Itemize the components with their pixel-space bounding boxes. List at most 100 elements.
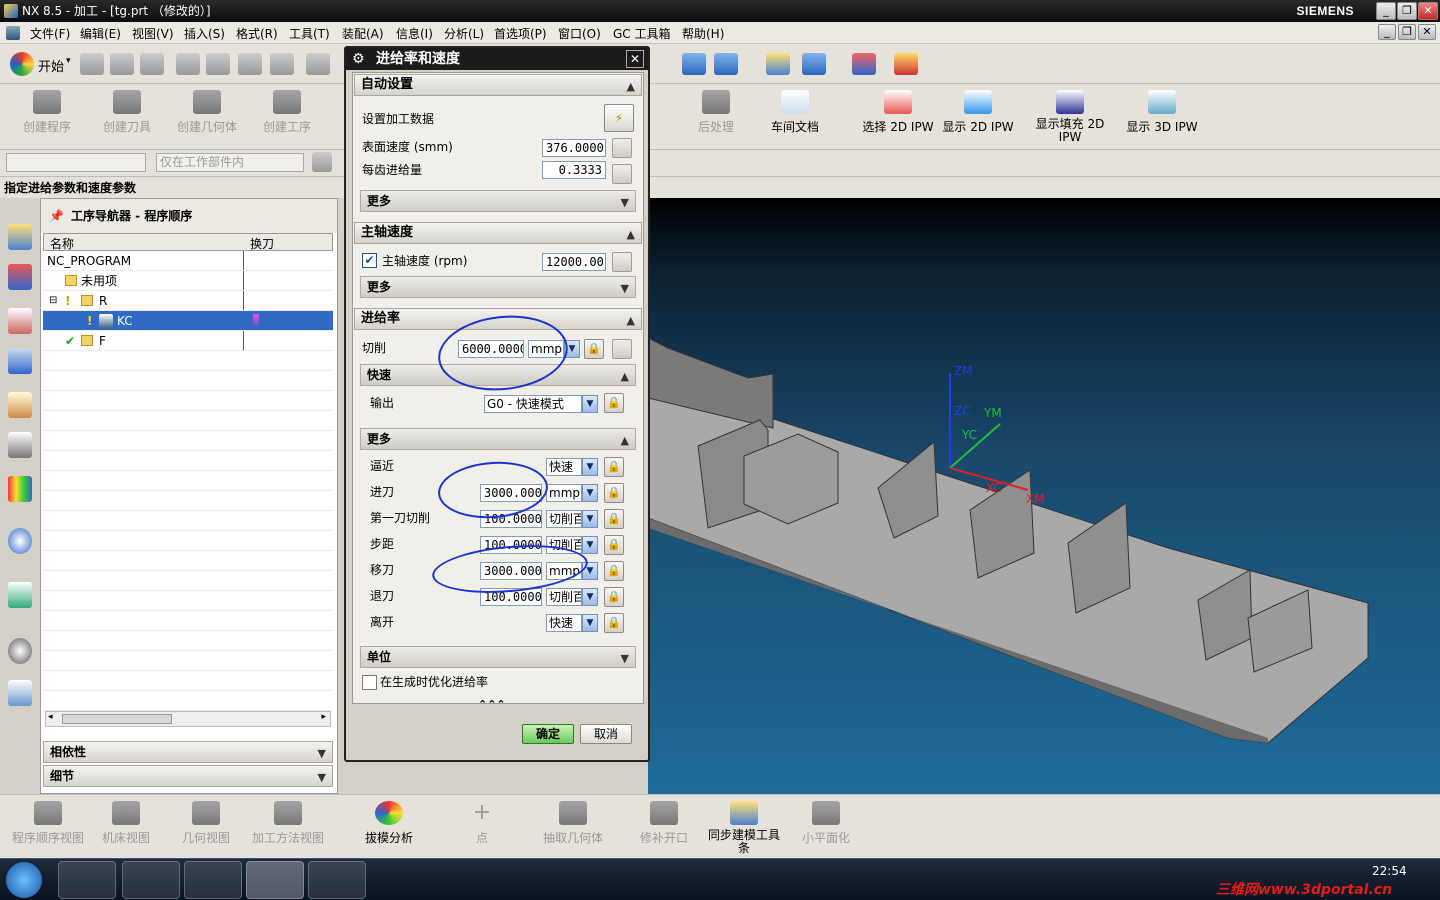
menu-tools[interactable]: 工具(T) [289, 25, 330, 42]
method-view-button[interactable]: 加工方法视图 [248, 801, 328, 846]
menu-insert[interactable]: 插入(S) [184, 25, 225, 42]
menu-help[interactable]: 帮助(H) [682, 25, 724, 42]
chevron-down-icon[interactable]: ▼ [318, 744, 326, 764]
chevron-down-icon[interactable]: ▼ [621, 649, 629, 669]
cut-icon[interactable] [176, 53, 200, 75]
graphics-window[interactable]: ZM ZC YM YC XC XM [647, 198, 1440, 794]
auto-settings-header[interactable]: 自动设置 ▲ [354, 74, 642, 96]
surface-speed-field[interactable]: 376.0000 [542, 139, 606, 157]
type-filter-select[interactable] [6, 153, 146, 172]
menu-analysis[interactable]: 分析(L) [444, 25, 484, 42]
menu-window[interactable]: 窗口(O) [558, 25, 601, 42]
cut-feed-calc-button[interactable] [612, 339, 632, 359]
cancel-button[interactable]: 取消 [580, 724, 632, 744]
chevron-up-icon[interactable]: ▲ [627, 225, 635, 245]
show-fill-2d-ipw-button[interactable]: 显示填充 2D IPW [1032, 90, 1108, 144]
menu-assembly[interactable]: 装配(A) [342, 25, 384, 42]
reuse-library-icon[interactable] [8, 392, 32, 418]
chevron-down-icon[interactable]: ▼ [582, 510, 598, 528]
engage-unit-select[interactable]: mmpm [546, 484, 582, 502]
show-2d-ipw-button[interactable]: 显示 2D IPW [940, 90, 1016, 135]
program-order-view-button[interactable]: 程序顺序视图 [8, 801, 88, 846]
doc-restore-button[interactable]: ❐ [1398, 24, 1416, 40]
filter-settings-icon[interactable] [312, 152, 332, 172]
departure-lock-icon[interactable]: 🔒 [604, 613, 624, 633]
app-taskbar-button[interactable] [308, 861, 366, 899]
menu-gc-toolbox[interactable]: GC 工具箱 [613, 25, 671, 42]
scroll-thumb[interactable] [62, 714, 172, 724]
hd3d-icon[interactable] [8, 432, 32, 458]
machine-view-button[interactable]: 机床视图 [96, 801, 156, 846]
engage-lock-icon[interactable]: 🔒 [604, 483, 624, 503]
nav-row-f[interactable]: ✔ F [43, 331, 333, 351]
facet-button[interactable]: 小平面化 [796, 801, 856, 846]
patch-opening-button[interactable]: 修补开口 [634, 801, 694, 846]
feed-per-tooth-field[interactable]: 0.3333 [542, 161, 606, 179]
constraint-nav-icon[interactable] [8, 264, 32, 290]
new-file-icon[interactable] [80, 53, 104, 75]
view-fit-icon[interactable] [714, 53, 738, 75]
close-button[interactable]: ✕ [1418, 2, 1438, 20]
spindle-header[interactable]: 主轴速度 ▲ [354, 222, 642, 244]
restore-button[interactable]: ❐ [1397, 2, 1417, 20]
info-icon[interactable] [8, 528, 32, 554]
doc-minimize-button[interactable]: _ [1378, 24, 1396, 40]
collapse-icon[interactable]: ⊟ [49, 291, 57, 311]
nx-taskbar-button[interactable] [246, 861, 304, 899]
part-nav-icon[interactable] [8, 308, 32, 334]
taskbar-clock[interactable]: 22:54 [1372, 864, 1407, 878]
postprocess-button[interactable]: 后处理 [686, 90, 746, 135]
nav-row-unused[interactable]: 未用项 [43, 271, 333, 291]
spindle-more-header[interactable]: 更多 ▼ [360, 276, 636, 298]
first-cut-unit-select[interactable]: 切削百分比 [546, 510, 582, 528]
retract-lock-icon[interactable]: 🔒 [604, 587, 624, 607]
column-tool-change[interactable]: 换刀 [250, 235, 274, 252]
menu-file[interactable]: 文件(F) [30, 25, 70, 42]
scroll-right-icon[interactable]: ▸ [321, 712, 326, 722]
nav-row-kc[interactable]: ! KC [43, 311, 333, 331]
scroll-left-icon[interactable]: ◂ [48, 712, 53, 722]
approach-lock-icon[interactable]: 🔒 [604, 457, 624, 477]
windows-start-icon[interactable] [6, 862, 42, 898]
start-dropdown-icon[interactable]: ▾ [66, 56, 71, 66]
dependencies-panel[interactable]: 相依性 ▼ [43, 741, 333, 763]
select-2d-ipw-button[interactable]: 选择 2D IPW [860, 90, 936, 135]
chevron-up-icon[interactable]: ▲ [627, 77, 635, 97]
spindle-checkbox[interactable]: ✔ [362, 253, 377, 268]
shop-doc-button[interactable]: 车间文档 [762, 90, 828, 135]
point-button[interactable]: + 点 [460, 801, 504, 846]
ok-button[interactable]: 确定 [522, 724, 574, 744]
column-name[interactable]: 名称 [50, 235, 74, 252]
ie-taskbar-button[interactable] [58, 861, 116, 899]
create-operation-button[interactable]: 创建工序 [254, 90, 320, 135]
copy-icon[interactable] [206, 53, 230, 75]
cut-feed-lock-icon[interactable]: 🔒 [584, 339, 604, 359]
collapse-dialog-icon[interactable]: ⌃⌃⌃ [478, 698, 506, 711]
select-icon[interactable] [802, 53, 826, 75]
nav-row-nc-program[interactable]: NC_PROGRAM [43, 251, 333, 271]
web-browser-icon[interactable] [8, 582, 32, 608]
explorer-taskbar-button[interactable] [184, 861, 242, 899]
start-button[interactable]: 开始 [38, 56, 64, 75]
history-icon[interactable] [8, 638, 32, 664]
save-icon[interactable] [140, 53, 164, 75]
retract-unit-select[interactable]: 切削百分比 [546, 588, 582, 606]
spindle-speed-field[interactable]: 12000.00 [542, 253, 606, 271]
draft-analysis-button[interactable]: 拔模分析 [358, 801, 420, 846]
chevron-up-icon[interactable]: ▲ [621, 367, 629, 387]
spindle-speed-calc-button[interactable] [612, 252, 632, 272]
delete-icon[interactable] [270, 53, 294, 75]
horizontal-scrollbar[interactable]: ◂ ▸ [45, 711, 331, 727]
measure-icon[interactable] [852, 53, 876, 75]
scope-filter-select[interactable]: 仅在工作部件内 [156, 153, 304, 172]
geometry-view-button[interactable]: 几何视图 [176, 801, 236, 846]
approach-unit-select[interactable]: 快速 [546, 458, 582, 476]
surface-speed-calc-button[interactable] [612, 138, 632, 158]
chevron-down-icon[interactable]: ▼ [621, 279, 629, 299]
chevron-down-icon[interactable]: ▼ [582, 614, 598, 632]
ruler-icon[interactable] [894, 53, 918, 75]
create-program-button[interactable]: 创建程序 [14, 90, 80, 135]
menu-format[interactable]: 格式(R) [236, 25, 278, 42]
snap-icon[interactable] [766, 53, 790, 75]
dialog-close-button[interactable]: ✕ [626, 50, 644, 68]
